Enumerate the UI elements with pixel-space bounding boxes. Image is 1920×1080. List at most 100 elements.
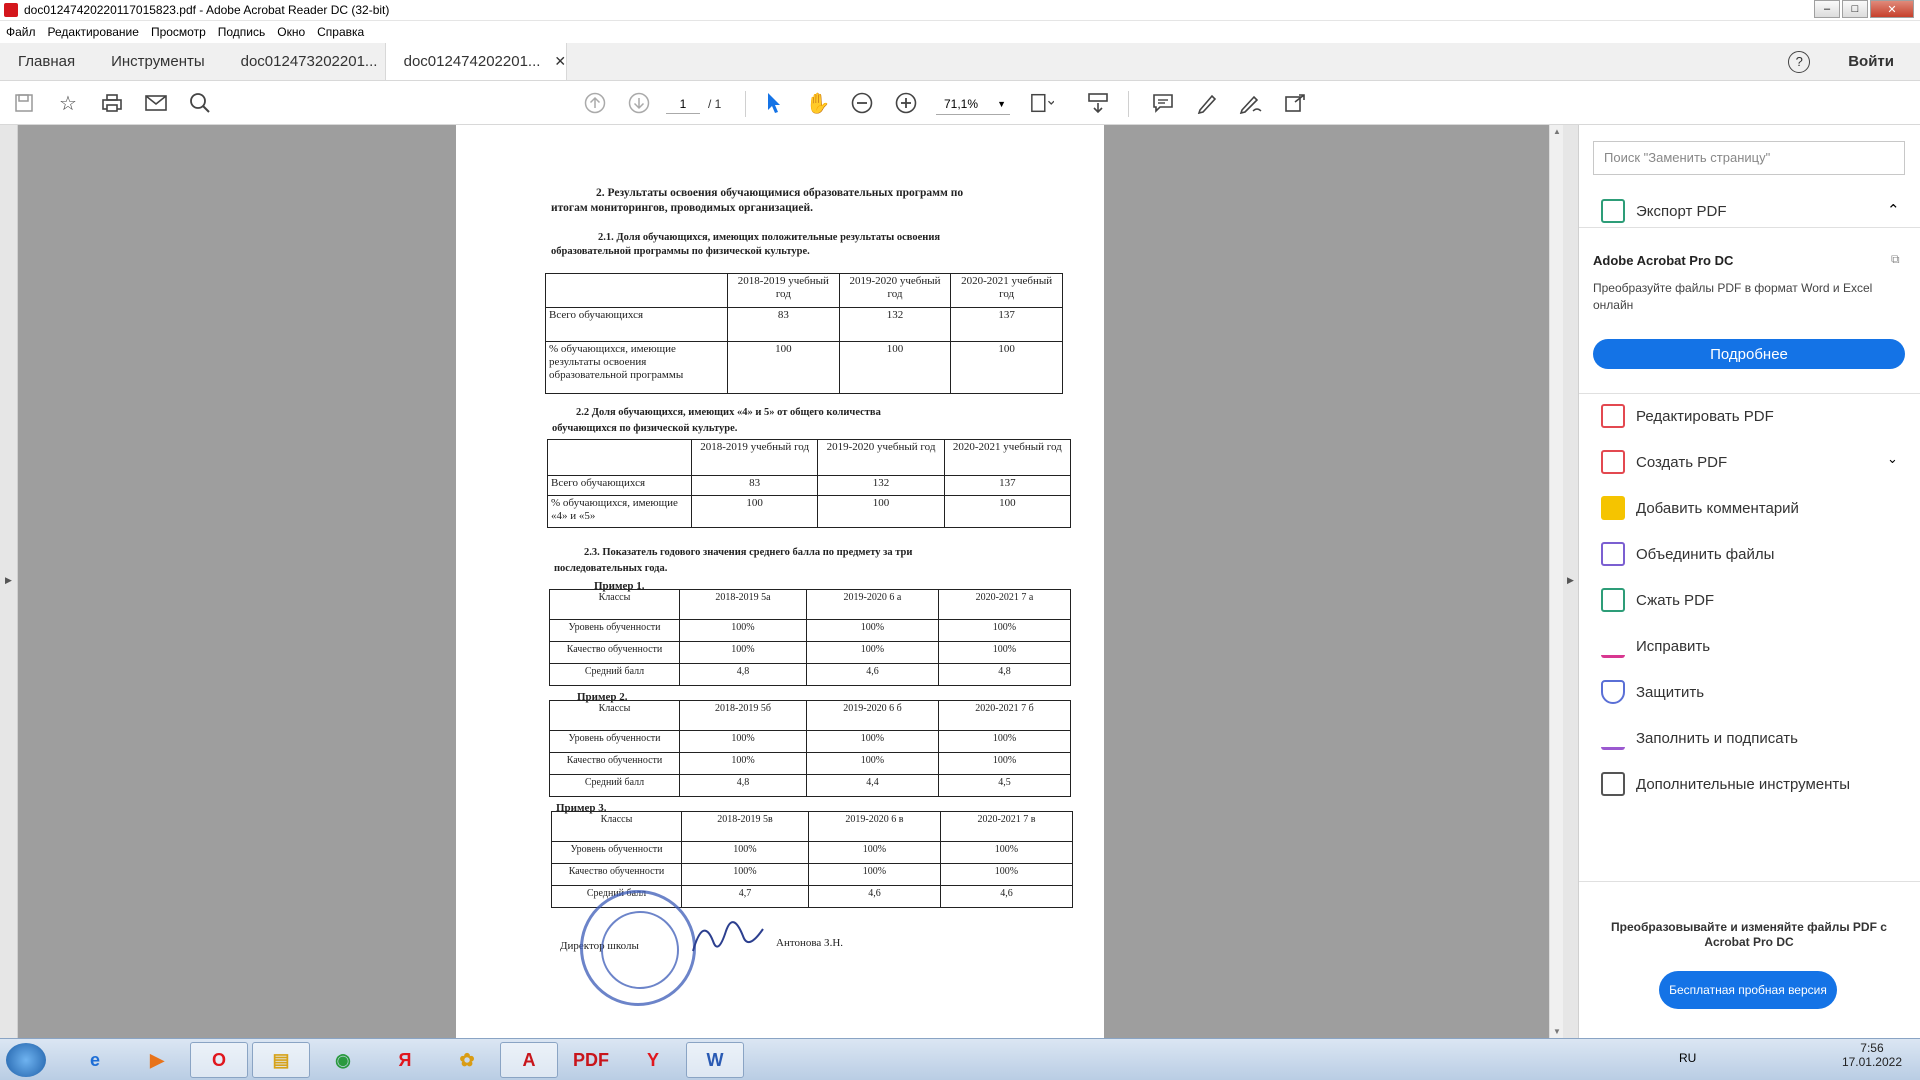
left-panel-toggle[interactable]: ▶ (0, 125, 18, 1038)
pdf-app-icon[interactable]: PDF (562, 1042, 620, 1078)
tab-home[interactable]: Главная (0, 43, 93, 80)
search-input[interactable]: Поиск "Заменить страницу" (1593, 141, 1905, 175)
sidebar-item-combine[interactable]: Объединить файлы (1601, 542, 1774, 566)
help-icon[interactable]: ? (1788, 50, 1811, 73)
tab-tools[interactable]: Инструменты (93, 43, 223, 80)
table-row: Классы 2018-2019 5в 2019-2020 6 в 2020-2… (551, 811, 1074, 842)
hand-tool-icon[interactable]: ✋ (806, 91, 831, 115)
export-pdf-item[interactable]: Экспорт PDF (1601, 199, 1727, 223)
sidebar-item-compress[interactable]: Сжать PDF (1601, 588, 1714, 612)
table-cell: 2019-2020 6 б (805, 700, 939, 731)
sidebar-item-create-pdf[interactable]: Создать PDF (1601, 450, 1727, 474)
sidebar-item-label: Заполнить и подписать (1636, 729, 1798, 747)
table-cell: 100% (937, 619, 1072, 642)
signin-button[interactable]: Войти (1848, 53, 1894, 70)
comment-icon[interactable] (1151, 91, 1175, 115)
example-1-table: Классы 2018-2019 5а 2019-2020 6 а 2020-2… (549, 589, 1072, 686)
sidebar-item-label: Дополнительные инструменты (1636, 775, 1851, 793)
menu-help[interactable]: Справка (317, 25, 364, 39)
table-row: Уровень обученности 100% 100% 100% (549, 619, 1072, 642)
minimize-button[interactable]: – (1814, 0, 1840, 18)
table-cell: 100% (805, 641, 939, 664)
menu-window[interactable]: Окно (277, 25, 305, 39)
tab-document-1[interactable]: doc012473202201... (223, 43, 385, 80)
table-cell: 4,8 (679, 774, 807, 797)
sidebar-item-edit-pdf[interactable]: Редактировать PDF (1601, 404, 1774, 428)
close-tab-icon[interactable]: ✕ (554, 53, 566, 70)
heading-2-cont: итогам мониторингов, проводимых организа… (551, 202, 814, 214)
opera-icon[interactable]: O (190, 1042, 248, 1078)
learn-more-button[interactable]: Подробнее (1593, 339, 1905, 369)
search-icon[interactable] (188, 91, 212, 115)
signature-icon (692, 921, 764, 952)
table-cell: Уровень обученности (549, 619, 680, 642)
zoom-out-icon[interactable] (850, 91, 874, 115)
sidebar-divider (1579, 393, 1920, 394)
table-2-2: 2018-2019 учебный год 2019-2020 учебный … (547, 439, 1072, 528)
highlight-pen-icon[interactable] (1195, 91, 1219, 115)
more-tools-icon (1601, 772, 1625, 796)
start-button[interactable] (6, 1043, 46, 1077)
zoom-select[interactable]: 71,1% ▼ (936, 94, 1010, 115)
email-icon[interactable] (144, 91, 168, 115)
yandex-browser-icon[interactable]: Я (376, 1042, 434, 1078)
prev-page-icon[interactable] (583, 91, 607, 115)
promo-text: Преобразуйте файлы PDF в формат Word и E… (1593, 281, 1873, 312)
menu-sign[interactable]: Подпись (218, 25, 266, 39)
select-cursor-icon[interactable] (762, 91, 786, 115)
sunflower-app-icon[interactable]: ✿ (438, 1042, 496, 1078)
yandex-icon[interactable]: Y (624, 1042, 682, 1078)
sidebar-item-protect[interactable]: Защитить (1601, 680, 1704, 704)
acrobat-taskbar-icon[interactable]: A (500, 1042, 558, 1078)
media-player-icon[interactable]: ▶ (128, 1042, 186, 1078)
sidebar-item-fill-sign[interactable]: Заполнить и подписать (1601, 726, 1798, 750)
file-explorer-icon[interactable]: ▤ (252, 1042, 310, 1078)
chevron-down-icon[interactable]: ⌄ (1887, 451, 1898, 467)
right-panel-toggle[interactable]: ▶ (1563, 125, 1579, 1038)
menu-file[interactable]: Файл (6, 25, 36, 39)
vertical-scrollbar[interactable]: ▲ ▼ (1549, 125, 1563, 1038)
sidebar-item-more-tools[interactable]: Дополнительные инструменты (1601, 772, 1850, 796)
table-cell: Классы (549, 589, 680, 620)
table-cell: 100% (805, 730, 939, 753)
scroll-down-icon[interactable]: ▼ (1553, 1027, 1561, 1036)
next-page-icon[interactable] (627, 91, 651, 115)
chevron-down-icon: ▼ (997, 99, 1006, 109)
save-icon[interactable] (12, 91, 36, 115)
fit-page-icon[interactable] (1030, 91, 1054, 115)
free-trial-button[interactable]: Бесплатная пробная версия (1659, 971, 1837, 1009)
table-row: Уровень обученности 100% 100% 100% (551, 841, 1074, 864)
document-viewport[interactable]: 2. Результаты освоения обучающимися обра… (18, 125, 1549, 1038)
sidebar-item-comment[interactable]: Добавить комментарий (1601, 496, 1799, 520)
table-cell: Средний балл (549, 774, 680, 797)
table-cell: 137 (950, 307, 1063, 342)
language-indicator[interactable]: RU (1679, 1051, 1696, 1065)
close-window-button[interactable]: ✕ (1870, 0, 1914, 18)
print-icon[interactable] (100, 91, 124, 115)
word-icon[interactable]: W (686, 1042, 744, 1078)
tab-document-2[interactable]: doc012474202201... ✕ (384, 43, 567, 80)
maximize-button[interactable]: □ (1842, 0, 1868, 18)
scroll-up-icon[interactable]: ▲ (1553, 127, 1561, 136)
sign-icon[interactable] (1239, 91, 1263, 115)
scroll-mode-icon[interactable] (1086, 91, 1110, 115)
ie-icon[interactable]: e (66, 1042, 124, 1078)
chevron-up-icon[interactable]: ⌃ (1887, 201, 1900, 219)
promo-copy-icon[interactable]: ⧉ (1891, 252, 1900, 267)
page-number-input[interactable]: 1 (666, 94, 700, 114)
table-cell: 2019-2020 6 а (805, 589, 939, 620)
table-cell: % обучающихся, имеющие «4» и «5» (547, 495, 692, 528)
system-clock[interactable]: 7:56 17.01.2022 (1842, 1041, 1902, 1069)
zoom-in-icon[interactable] (894, 91, 918, 115)
menu-edit[interactable]: Редактирование (48, 25, 139, 39)
bookmark-star-icon[interactable]: ☆ (56, 91, 80, 115)
menu-view[interactable]: Просмотр (151, 25, 206, 39)
table-cell: 100 (690, 495, 819, 528)
table-cell: Уровень обученности (551, 841, 682, 864)
title-bar: doc01247420220117015823.pdf - Adobe Acro… (0, 0, 1920, 21)
heading-2-1: 2.1. Доля обучающихся, имеющих положител… (598, 232, 941, 243)
sidebar-item-redact[interactable]: Исправить (1601, 634, 1710, 658)
share-icon[interactable] (1283, 91, 1307, 115)
chrome-icon[interactable]: ◉ (314, 1042, 372, 1078)
combine-icon (1601, 542, 1625, 566)
